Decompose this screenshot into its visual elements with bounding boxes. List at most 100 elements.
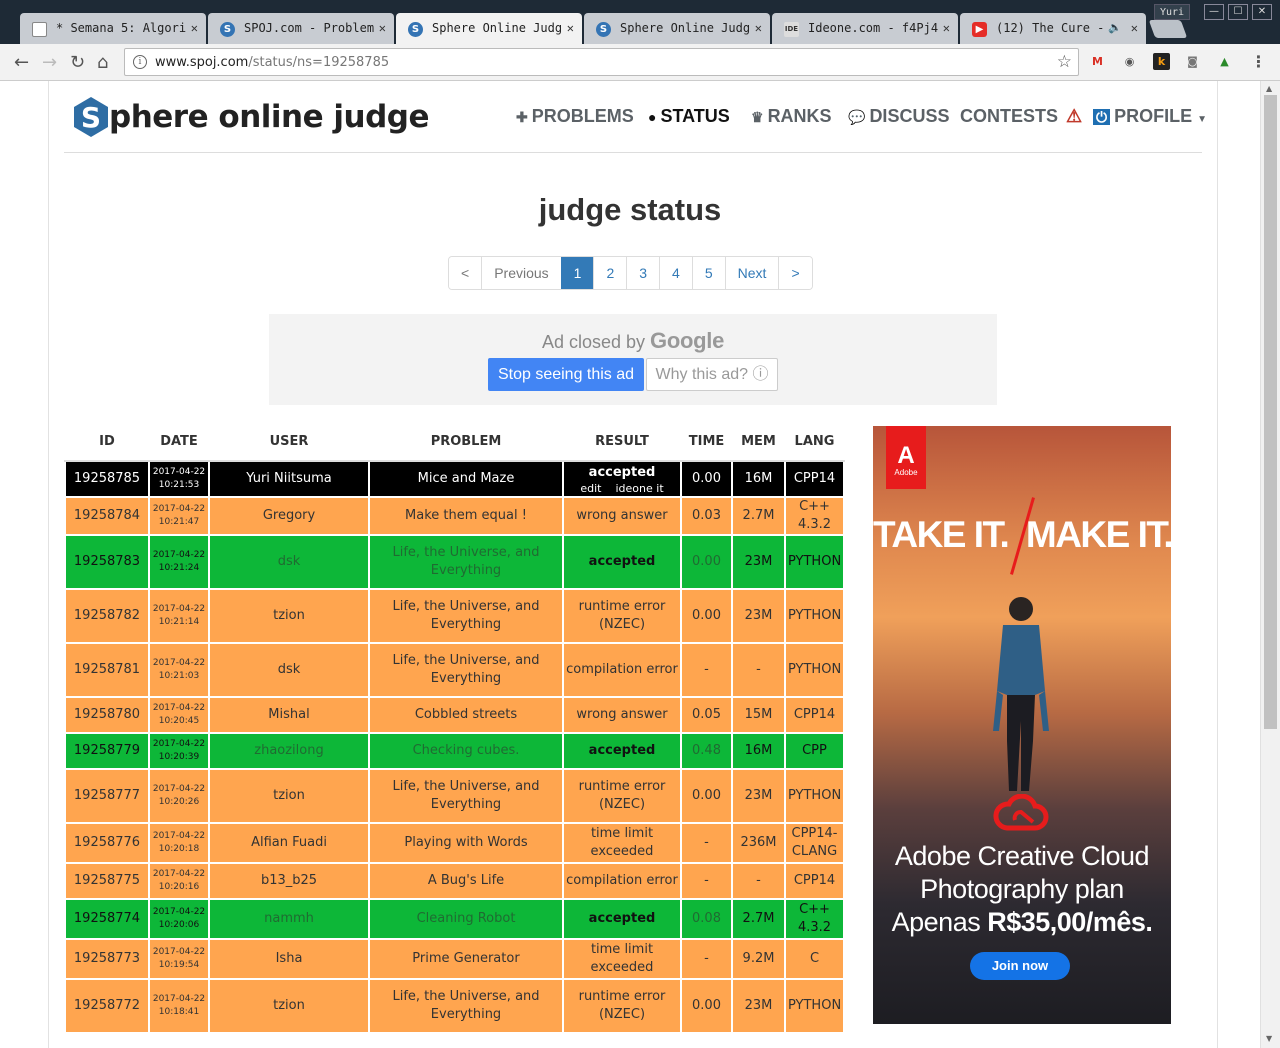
why-this-ad-button[interactable]: Why this ad? ⓘ	[646, 358, 778, 391]
minimize-icon[interactable]: —	[1204, 4, 1224, 20]
nav-problems[interactable]: ✚ PROBLEMS	[516, 106, 634, 127]
join-now-button[interactable]: Join now	[970, 952, 1070, 980]
browser-tab[interactable]: * Semana 5: Algori ✕	[20, 13, 206, 44]
page-4-button[interactable]: 4	[659, 257, 692, 289]
submission-mem: -	[731, 642, 786, 698]
close-icon[interactable]: ✕	[567, 21, 574, 35]
submission-problem[interactable]: Life, the Universe, and Everything	[368, 588, 564, 644]
submission-user[interactable]: tzion	[208, 588, 370, 644]
bookmark-star-icon[interactable]: ☆	[1057, 52, 1072, 72]
browser-tab[interactable]: ▶ (12) The Cure - 🔈 ✕	[960, 13, 1146, 44]
adobe-logo: A Adobe	[886, 426, 926, 489]
submission-user[interactable]: tzion	[208, 978, 370, 1034]
close-icon[interactable]: ✕	[191, 21, 198, 35]
close-icon[interactable]: ✕	[379, 21, 386, 35]
page-3-button[interactable]: 3	[626, 257, 660, 289]
submission-user[interactable]: tzion	[208, 768, 370, 824]
address-bar[interactable]: i www.spoj.com/status/ns=19258785 ☆	[124, 48, 1079, 76]
adobe-side-ad[interactable]: A Adobe TAKE IT. MAKE IT. Adobe Creative…	[873, 426, 1171, 1024]
submission-problem[interactable]: Cleaning Robot	[368, 898, 564, 940]
stop-seeing-ad-button[interactable]: Stop seeing this ad	[488, 358, 644, 391]
new-tab-button[interactable]	[1148, 20, 1188, 38]
submission-date: 2017-04-22 10:20:39	[148, 732, 210, 770]
page-previous-button[interactable]: Previous	[481, 257, 561, 289]
close-icon[interactable]: ✕	[755, 21, 762, 35]
submission-problem[interactable]: A Bug's Life	[368, 862, 564, 900]
submission-problem[interactable]: Life, the Universe, and Everything	[368, 978, 564, 1034]
speaker-icon[interactable]: 🔈	[1108, 21, 1122, 34]
url-text[interactable]: www.spoj.com/status/ns=19258785	[155, 55, 389, 70]
profile-badge[interactable]: Yuri	[1154, 4, 1190, 20]
submission-user[interactable]: Alfian Fuadi	[208, 822, 370, 864]
submission-problem[interactable]: Prime Generator	[368, 938, 564, 980]
nav-contests[interactable]: CONTESTS	[960, 106, 1058, 127]
k-extension-icon[interactable]: k	[1153, 53, 1170, 70]
submission-problem[interactable]: Make them equal !	[368, 496, 564, 536]
extension-icon[interactable]: ◉	[1121, 53, 1138, 70]
scroll-down-icon[interactable]: ▼	[1266, 1034, 1272, 1043]
page-last-button[interactable]: >	[778, 257, 812, 289]
submission-problem[interactable]: Playing with Words	[368, 822, 564, 864]
back-icon[interactable]: ←	[14, 52, 29, 73]
submission-user[interactable]: Mishal	[208, 696, 370, 734]
site-info-icon[interactable]: i	[133, 55, 147, 69]
submission-user[interactable]: Gregory	[208, 496, 370, 536]
tab-title: Sphere Online Judg	[620, 21, 751, 35]
browser-tab[interactable]: S Sphere Online Judg ✕	[584, 13, 770, 44]
scrollbar-thumb[interactable]	[1264, 95, 1277, 729]
submission-problem[interactable]: Life, the Universe, and Everything	[368, 642, 564, 698]
close-window-icon[interactable]: ✕	[1252, 4, 1272, 20]
page-5-button[interactable]: 5	[691, 257, 725, 289]
submission-user[interactable]: zhaozilong	[208, 732, 370, 770]
page-first-button[interactable]: <	[449, 257, 482, 289]
browser-tab[interactable]: IDE Ideone.com - f4Pj4 ✕	[772, 13, 958, 44]
hiker-figure-image	[993, 597, 1049, 791]
close-icon[interactable]: ✕	[1131, 21, 1138, 35]
ad-closed-message: Ad closed by Google	[541, 328, 725, 353]
nav-profile[interactable]: ⏻ PROFILE ▼	[1093, 106, 1207, 127]
table-row: 19258781 2017-04-22 10:21:03 dsk Life, the U…	[64, 642, 845, 698]
submission-user[interactable]: nammh	[208, 898, 370, 940]
submission-user[interactable]: dsk	[208, 534, 370, 590]
submission-problem[interactable]: Life, the Universe, and Everything	[368, 534, 564, 590]
page-1-button[interactable]: 1	[560, 257, 594, 289]
browser-tab[interactable]: S SPOJ.com - Problem ✕	[208, 13, 394, 44]
submission-date: 2017-04-22 10:20:18	[148, 822, 210, 864]
translate-icon[interactable]: ▲	[1216, 53, 1233, 70]
col-header-mem: MEM	[732, 423, 785, 462]
page-scrollbar[interactable]: ▲ ▼	[1260, 81, 1280, 1048]
submission-problem[interactable]: Mice and Maze	[368, 460, 564, 498]
submission-user[interactable]: Isha	[208, 938, 370, 980]
maximize-icon[interactable]: ☐	[1228, 4, 1248, 20]
submission-user[interactable]: Yuri Niitsuma	[208, 460, 370, 498]
submission-problem[interactable]: Life, the Universe, and Everything	[368, 768, 564, 824]
submission-mem: 2.7M	[731, 898, 786, 940]
page-2-button[interactable]: 2	[593, 257, 627, 289]
gmail-icon[interactable]: M	[1089, 53, 1106, 70]
nav-ranks[interactable]: ♛ RANKS	[751, 106, 832, 127]
browser-tab-active[interactable]: S Sphere Online Judg ✕	[396, 13, 582, 44]
submission-problem[interactable]: Cobbled streets	[368, 696, 564, 734]
submission-user[interactable]: b13_b25	[208, 862, 370, 900]
warning-icon[interactable]: ⚠	[1066, 106, 1082, 127]
menu-icon[interactable]: ⋮	[1250, 53, 1267, 70]
nav-status[interactable]: ● STATUS	[648, 106, 730, 127]
forward-icon[interactable]: →	[42, 52, 57, 73]
submission-date: 2017-04-22 10:21:14	[148, 588, 210, 644]
home-icon[interactable]: ⌂	[97, 52, 108, 73]
page-next-button[interactable]: Next	[724, 257, 779, 289]
close-icon[interactable]: ✕	[943, 21, 950, 35]
nav-discuss[interactable]: 💬 DISCUSS	[848, 106, 949, 127]
reload-icon[interactable]: ↻	[70, 52, 85, 73]
edit-link[interactable]: edit	[580, 482, 601, 495]
camera-icon[interactable]: ◙	[1184, 53, 1201, 70]
table-row: 19258773 2017-04-22 10:19:54 Isha Prime Gene…	[64, 938, 845, 980]
scroll-up-icon[interactable]: ▲	[1266, 84, 1272, 93]
submission-user[interactable]: dsk	[208, 642, 370, 698]
ideone-link[interactable]: ideone it	[615, 482, 663, 495]
table-row: 19258775 2017-04-22 10:20:16 b13_b25 A Bug's…	[64, 862, 845, 900]
submission-date: 2017-04-22 10:18:41	[148, 978, 210, 1034]
submission-problem[interactable]: Checking cubes.	[368, 732, 564, 770]
submission-lang: CPP14-CLANG	[784, 822, 845, 864]
table-row: 19258783 2017-04-22 10:21:24 dsk Life, the U…	[64, 534, 845, 590]
